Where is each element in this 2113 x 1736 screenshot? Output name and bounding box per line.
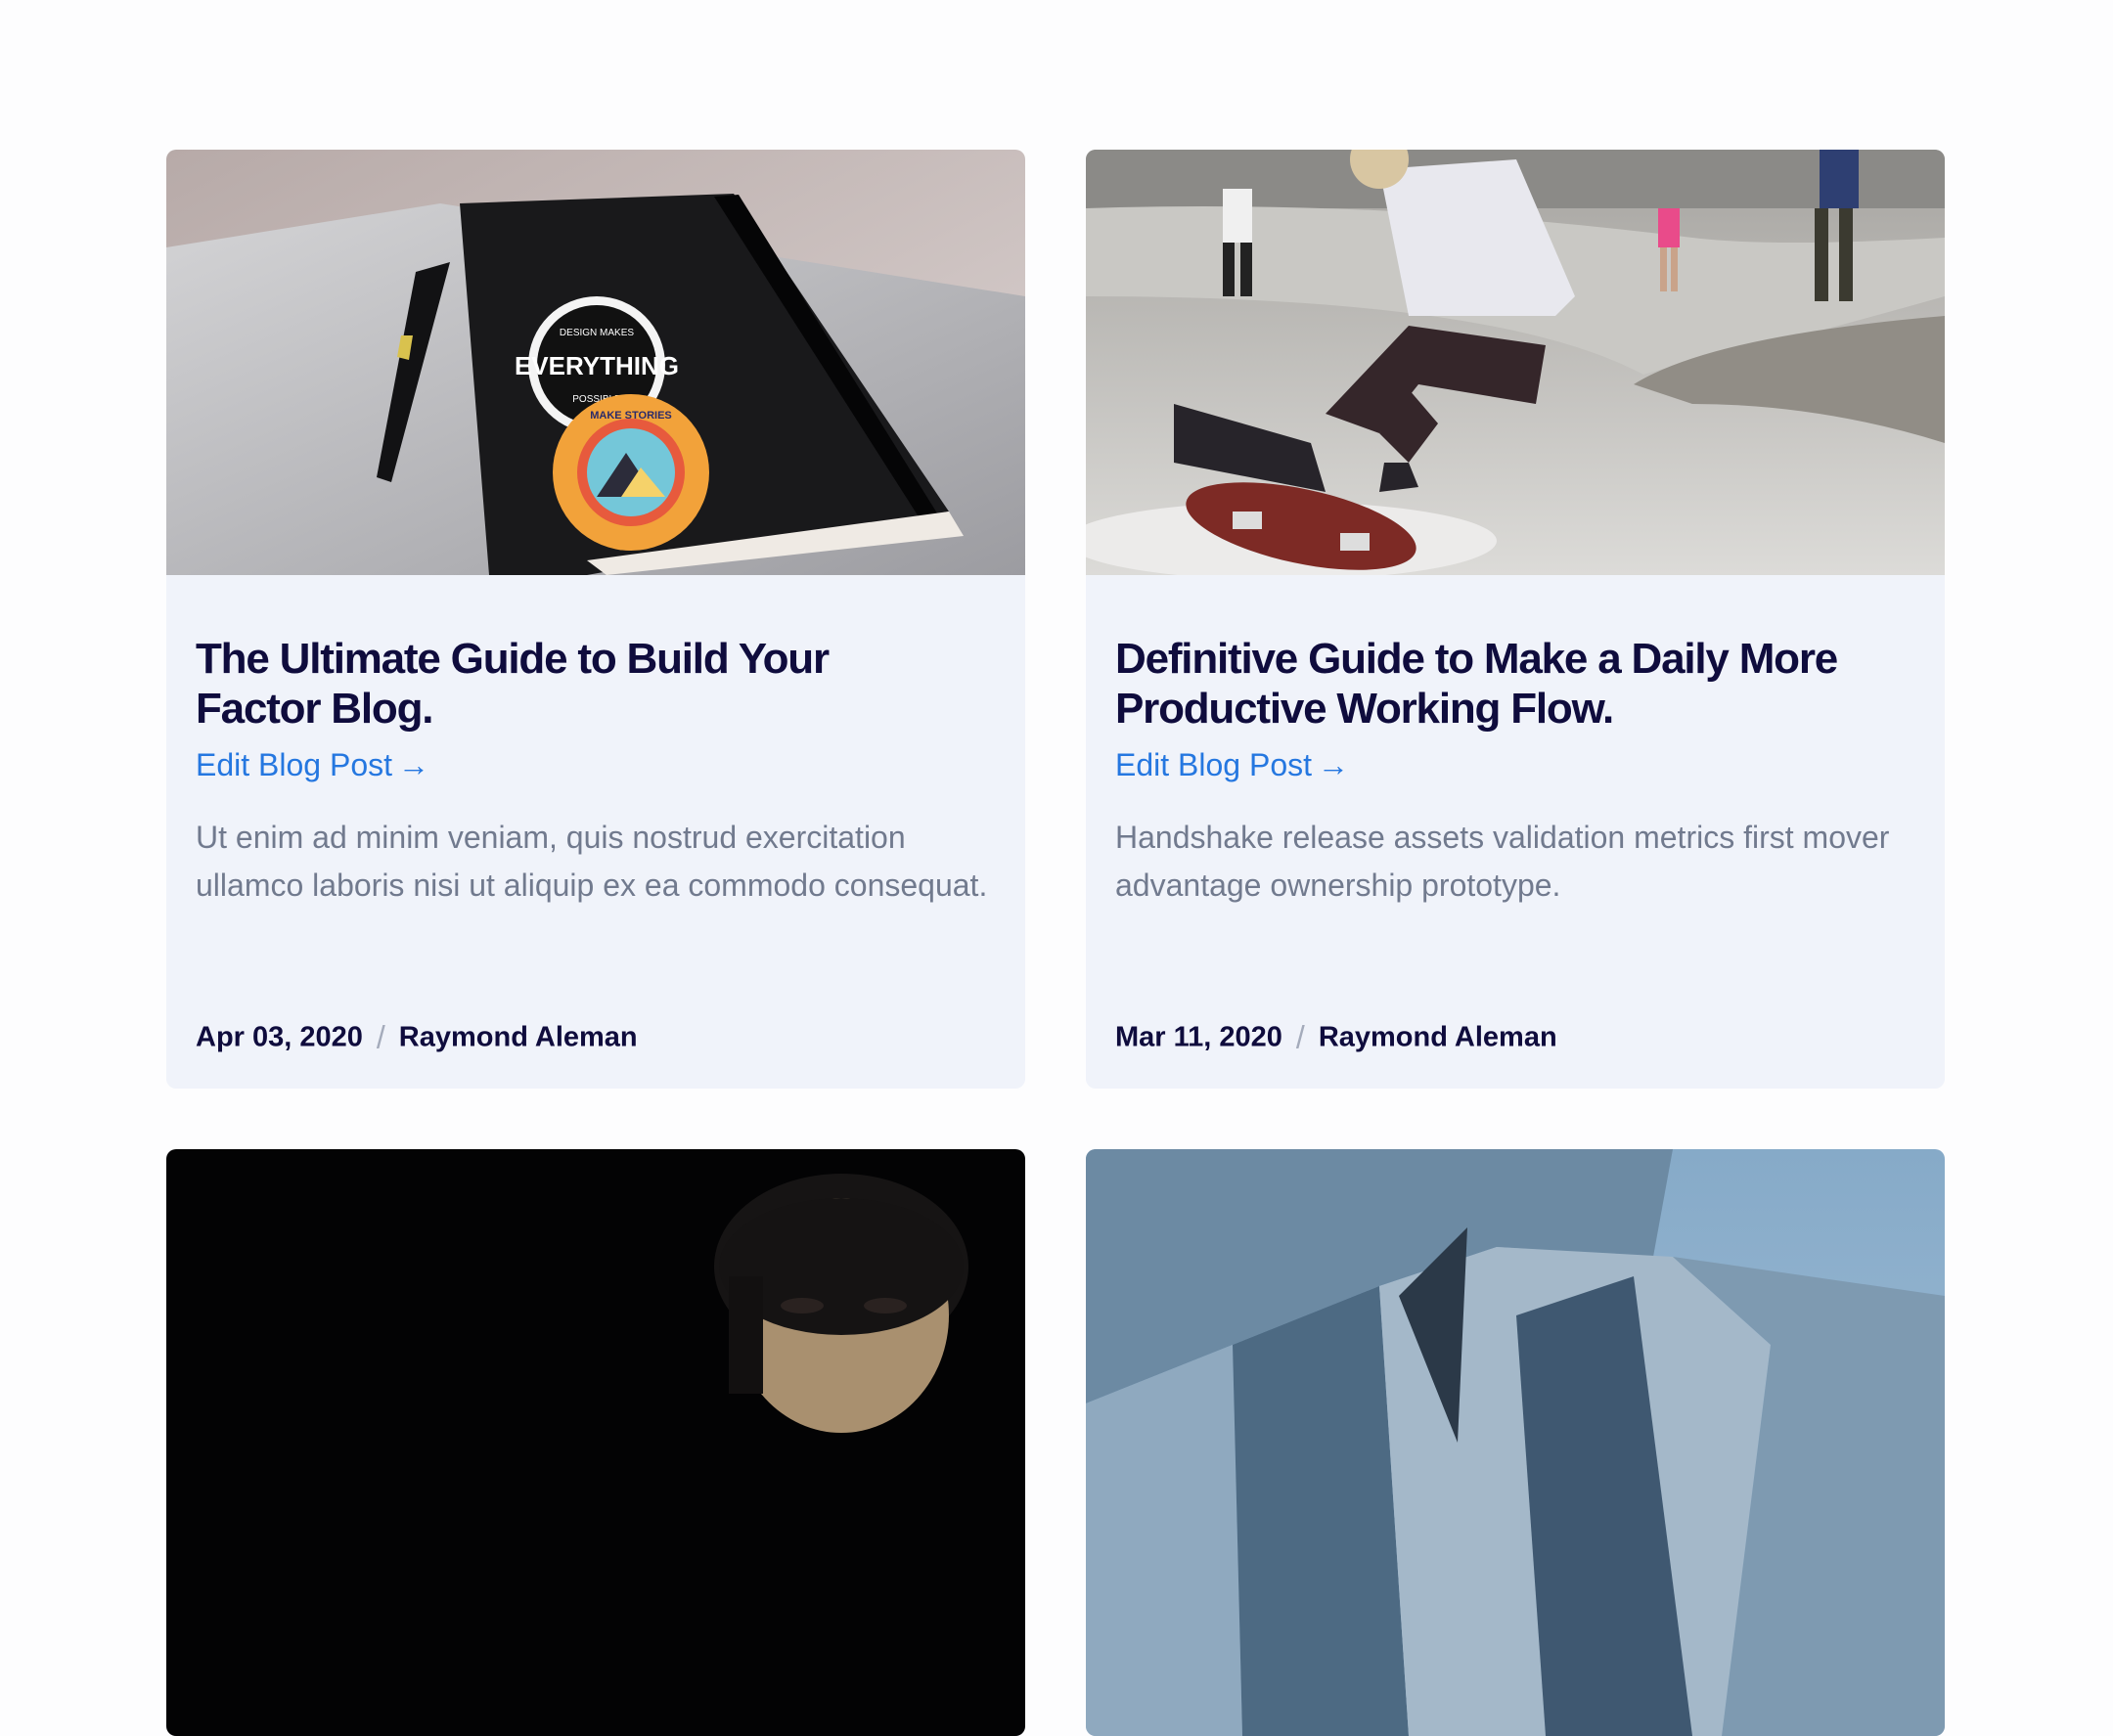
post-title[interactable]: Definitive Guide to Make a Daily More Pr… <box>1115 634 1915 734</box>
post-author[interactable]: Raymond Aleman <box>1319 1022 1557 1054</box>
blog-card: Definitive Guide to Make a Daily More Pr… <box>1086 150 1945 1089</box>
arrow-right-icon: → <box>398 747 429 782</box>
meta-separator: / <box>1295 1019 1305 1055</box>
post-date: Mar 11, 2020 <box>1115 1021 1282 1053</box>
blog-post-image[interactable] <box>166 1149 1025 1736</box>
blog-card <box>166 1149 1025 1736</box>
notebook-image: EVERYTHING DESIGN MAKES POSSIBLE MAKE ST… <box>166 150 1025 575</box>
edit-blog-post-link[interactable]: Edit Blog Post → <box>196 745 429 784</box>
post-author[interactable]: Raymond Aleman <box>399 1022 638 1054</box>
sticker-upper-text: DESIGN MAKES <box>560 328 634 338</box>
arrow-right-icon: → <box>1318 747 1349 782</box>
post-excerpt: Handshake release assets validation metr… <box>1115 820 1890 903</box>
post-title-line: Productive Working Flow. <box>1115 685 1614 733</box>
meta-separator: / <box>376 1019 385 1055</box>
post-title-line: Factor Blog. <box>196 685 433 733</box>
blog-post-image[interactable] <box>1086 150 1945 575</box>
post-excerpt: Ut enim ad minim veniam, quis nostrud ex… <box>196 820 988 903</box>
post-title-line: Definitive Guide to Make a Daily More <box>1115 635 1838 683</box>
martial-artist-image <box>166 1149 1025 1736</box>
post-date: Apr 03, 2020 <box>196 1021 363 1053</box>
blog-grid: EVERYTHING DESIGN MAKES POSSIBLE MAKE ST… <box>166 150 1945 1736</box>
blog-card: EVERYTHING DESIGN MAKES POSSIBLE MAKE ST… <box>166 150 1025 1089</box>
post-title-line: The Ultimate Guide to Build Your <box>196 635 830 683</box>
architecture-image <box>1086 1149 1945 1736</box>
post-meta: Apr 03, 2020 / Raymond Aleman <box>196 1020 638 1056</box>
blog-card <box>1086 1149 1945 1736</box>
edit-blog-post-link[interactable]: Edit Blog Post → <box>1115 745 1349 784</box>
post-meta: Mar 11, 2020 / Raymond Aleman <box>1115 1020 1557 1056</box>
edit-link-label: Edit Blog Post <box>1115 747 1312 782</box>
post-title[interactable]: The Ultimate Guide to Build Your Factor … <box>196 634 996 734</box>
blog-post-image[interactable]: EVERYTHING DESIGN MAKES POSSIBLE MAKE ST… <box>166 150 1025 575</box>
card-body: The Ultimate Guide to Build Your Factor … <box>166 575 1025 910</box>
skateboarder-image <box>1086 150 1945 575</box>
card-body: Definitive Guide to Make a Daily More Pr… <box>1086 575 1945 910</box>
sticker-everything-text: EVERYTHING <box>515 351 679 380</box>
blog-post-image[interactable] <box>1086 1149 1945 1736</box>
sticker-bottom-text: MAKE STORIES <box>590 410 672 422</box>
edit-link-label: Edit Blog Post <box>196 747 392 782</box>
